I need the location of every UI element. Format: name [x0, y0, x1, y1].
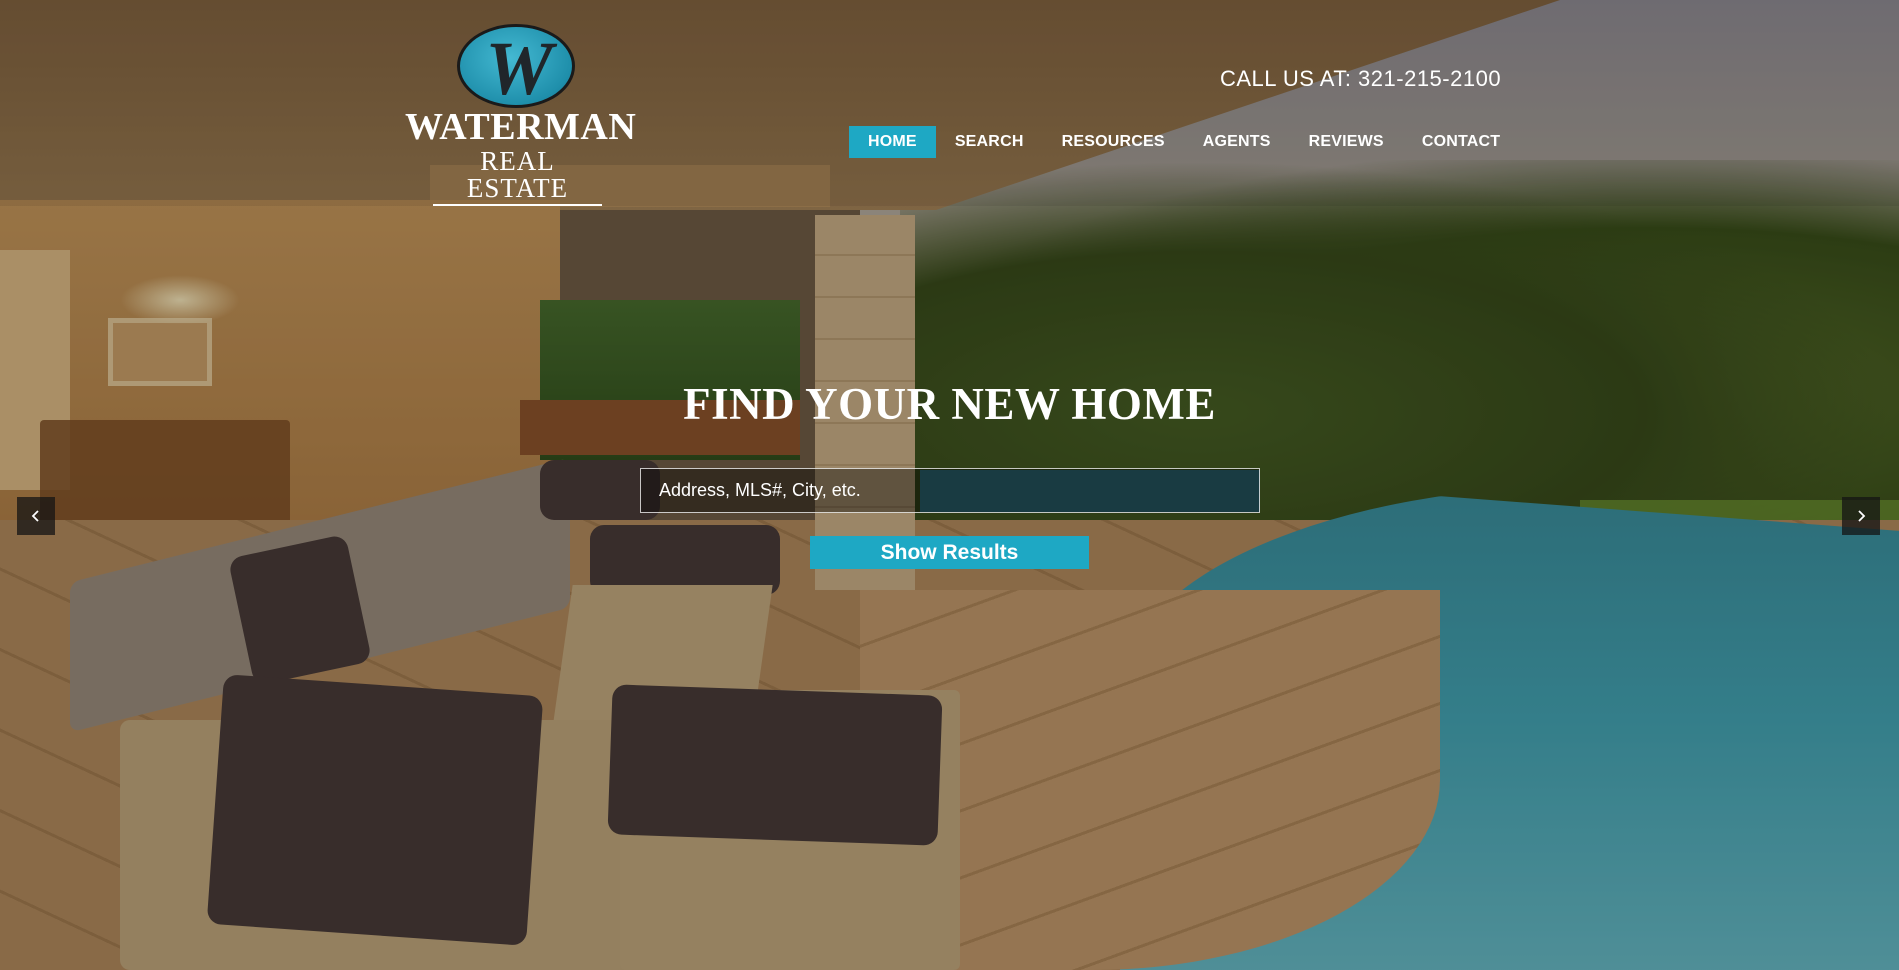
- nav-reviews[interactable]: REVIEWS: [1290, 126, 1403, 158]
- nav-agents[interactable]: AGENTS: [1184, 126, 1290, 158]
- nav-contact[interactable]: CONTACT: [1403, 126, 1519, 158]
- main-nav: HOME SEARCH RESOURCES AGENTS REVIEWS CON…: [849, 126, 1519, 158]
- hero-headline: FIND YOUR NEW HOME: [683, 379, 1216, 429]
- phone-number[interactable]: CALL US AT: 321-215-2100: [1220, 66, 1501, 92]
- logo-name: WATERMAN: [405, 106, 637, 148]
- logo-tagline: REAL ESTATE: [433, 148, 602, 206]
- nav-search[interactable]: SEARCH: [936, 126, 1043, 158]
- slider-prev-button[interactable]: [17, 497, 55, 535]
- slider-next-button[interactable]: [1842, 497, 1880, 535]
- site-header: [0, 0, 1899, 206]
- nav-home[interactable]: HOME: [849, 126, 936, 158]
- logo-emblem: W: [457, 24, 575, 111]
- show-results-button[interactable]: Show Results: [810, 536, 1089, 569]
- nav-resources[interactable]: RESOURCES: [1043, 126, 1184, 158]
- search-input[interactable]: Address, MLS#, City, etc.: [640, 468, 1260, 513]
- chevron-left-icon: [31, 510, 39, 522]
- chevron-right-icon: [1858, 510, 1866, 522]
- logo-letter: W: [485, 26, 553, 111]
- site-logo[interactable]: W WATERMAN REAL ESTATE: [405, 16, 637, 206]
